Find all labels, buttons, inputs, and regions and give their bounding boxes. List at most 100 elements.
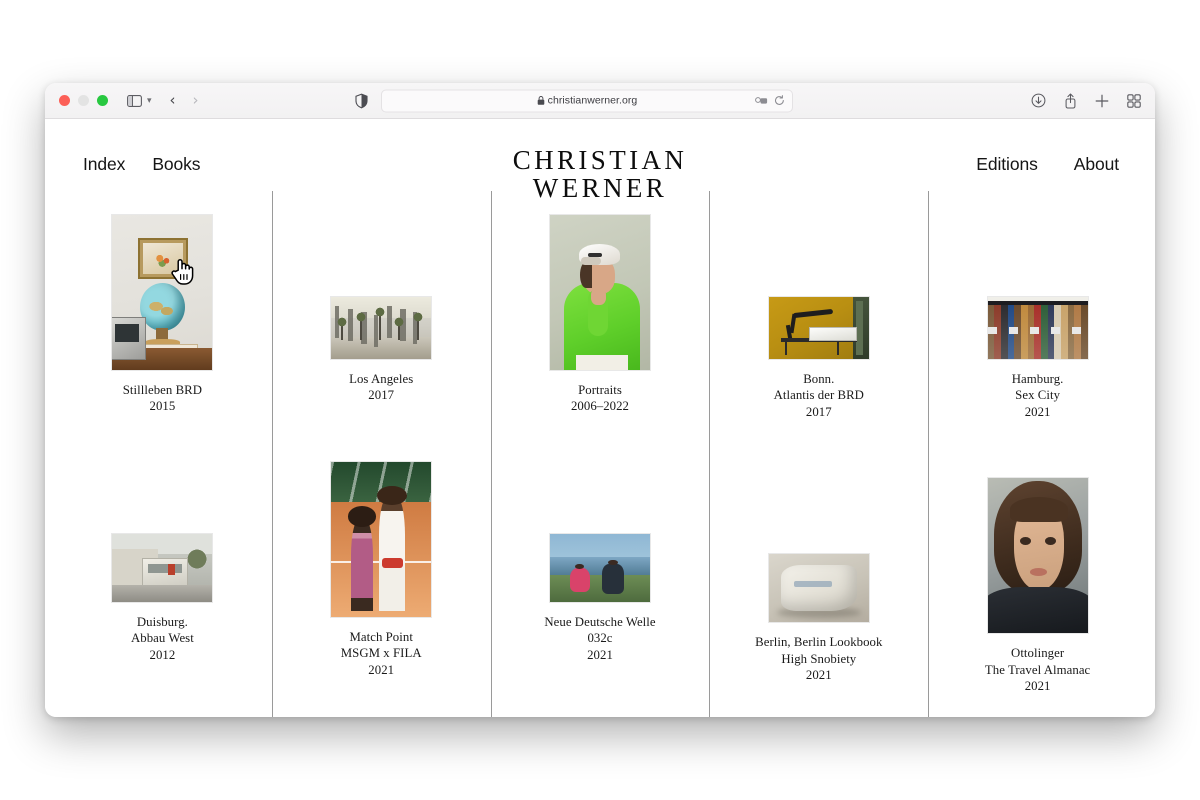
project-item[interactable]: Bonn. Atlantis der BRD 2017 — [709, 296, 928, 420]
grid-column: Stillleben BRD 2015 Duisburg. Abbau West 201… — [53, 191, 272, 717]
project-year: 2017 — [368, 388, 395, 403]
project-thumbnail[interactable] — [111, 532, 214, 603]
web-page-content: Index Books CHRISTIAN WERNER Editions Ab… — [45, 119, 1155, 717]
downloads-icon[interactable] — [1031, 93, 1046, 108]
project-index-grid: Stillleben BRD 2015 Duisburg. Abbau West 201… — [45, 191, 1155, 717]
lock-icon — [537, 96, 545, 106]
project-year: 2021 — [1024, 678, 1051, 693]
project-subtitle: The Travel Almanac — [984, 662, 1091, 677]
nav-item-index[interactable]: Index — [83, 154, 125, 175]
project-caption: Berlin, Berlin Lookbook High Snobiety 2021 — [709, 634, 928, 683]
privacy-shield-icon[interactable] — [355, 93, 368, 108]
address-bar[interactable]: christianwerner.org — [381, 89, 793, 112]
project-thumbnail[interactable] — [767, 553, 870, 624]
project-title: Duisburg. — [136, 614, 188, 629]
project-item[interactable]: Stillleben BRD 2015 — [53, 214, 272, 415]
project-subtitle: High Snobiety — [781, 651, 857, 666]
project-caption: Hamburg. Sex City 2021 — [928, 371, 1147, 420]
tab-overview-icon[interactable] — [1127, 93, 1141, 108]
logo-line-1: CHRISTIAN — [512, 145, 688, 175]
project-caption: Neue Deutsche Welle 032c 2021 — [491, 614, 710, 663]
project-caption: Stillleben BRD 2015 — [53, 382, 272, 415]
site-header: Index Books CHRISTIAN WERNER Editions Ab… — [45, 119, 1155, 201]
project-photo — [112, 215, 213, 370]
project-item[interactable]: Neue Deutsche Welle 032c 2021 — [491, 532, 710, 663]
project-thumbnail[interactable] — [330, 460, 433, 618]
primary-nav-right: Editions About — [976, 154, 1119, 175]
project-item[interactable]: Duisburg. Abbau West 2012 — [53, 532, 272, 663]
nav-item-books[interactable]: Books — [152, 154, 200, 175]
project-year: 2021 — [1024, 404, 1051, 419]
project-thumbnail[interactable] — [111, 214, 214, 371]
project-caption: Bonn. Atlantis der BRD 2017 — [709, 371, 928, 420]
project-item[interactable]: Portraits 2006–2022 — [491, 214, 710, 415]
forward-arrow-icon[interactable]: › — [193, 93, 199, 108]
project-thumbnail[interactable] — [986, 477, 1089, 635]
project-thumbnail[interactable] — [548, 532, 651, 603]
share-icon[interactable] — [1064, 92, 1077, 109]
close-window-button[interactable] — [59, 95, 70, 106]
screenshot-stage: ▾ ‹ › christianwerner.org Index Books CH… — [0, 0, 1200, 800]
project-thumbnail[interactable] — [548, 214, 651, 371]
project-year: 2021 — [587, 647, 613, 662]
project-subtitle: MSGM x FILA — [340, 646, 422, 661]
project-item[interactable]: Match Point MSGM x FILA 2021 — [272, 460, 491, 678]
project-title: Match Point — [349, 629, 413, 644]
project-caption: Duisburg. Abbau West 2012 — [53, 614, 272, 663]
project-year: 2012 — [149, 647, 176, 662]
extensions-icon[interactable] — [755, 96, 768, 106]
project-thumbnail[interactable] — [986, 296, 1089, 360]
back-arrow-icon[interactable]: ‹ — [170, 93, 176, 108]
project-item[interactable]: Los Angeles 2017 — [272, 296, 491, 404]
project-subtitle: Atlantis der BRD — [773, 388, 864, 403]
project-caption: Ottolinger The Travel Almanac 2021 — [928, 645, 1147, 694]
project-photo — [331, 297, 432, 359]
zoom-window-button[interactable] — [97, 95, 108, 106]
nav-item-about[interactable]: About — [1074, 154, 1119, 175]
sidebar-toggle-icon[interactable] — [127, 94, 142, 107]
project-year: 2006–2022 — [570, 399, 630, 414]
reload-icon[interactable] — [774, 95, 785, 106]
project-caption: Match Point MSGM x FILA 2021 — [272, 629, 491, 678]
project-photo — [331, 461, 432, 617]
project-photo — [549, 533, 650, 602]
grid-column: Los Angeles 2017 Match Point MSGM x FILA 202… — [271, 191, 491, 717]
project-subtitle: 032c — [587, 631, 613, 646]
navigation-arrows: ‹ › — [170, 93, 199, 108]
toolbar-right-actions — [1031, 92, 1141, 109]
primary-nav-left: Index Books — [83, 154, 201, 175]
project-item[interactable]: Berlin, Berlin Lookbook High Snobiety 2021 — [709, 553, 928, 683]
project-year: 2021 — [368, 662, 395, 677]
project-title: Neue Deutsche Welle — [544, 614, 656, 629]
project-photo — [987, 478, 1088, 634]
grid-column: Portraits 2006–2022 Neue Deutsche Welle 032… — [490, 191, 710, 717]
window-controls — [59, 95, 108, 106]
plus-icon[interactable] — [1095, 94, 1109, 108]
project-item[interactable]: Hamburg. Sex City 2021 — [928, 296, 1147, 420]
project-title: Bonn. — [803, 372, 835, 386]
project-year: 2021 — [805, 667, 832, 682]
project-photo — [768, 554, 869, 623]
browser-toolbar: ▾ ‹ › christianwerner.org — [45, 83, 1155, 119]
project-subtitle: Abbau West — [130, 631, 194, 646]
project-title: Los Angeles — [349, 372, 414, 386]
project-thumbnail[interactable] — [767, 296, 870, 360]
project-year: 2017 — [805, 404, 832, 419]
project-subtitle: Sex City — [1015, 388, 1061, 403]
project-title: Berlin, Berlin Lookbook — [755, 635, 883, 650]
project-item[interactable]: Ottolinger The Travel Almanac 2021 — [928, 477, 1147, 694]
grid-column: Bonn. Atlantis der BRD 2017 Berlin, Berlin … — [709, 191, 928, 717]
url-text: christianwerner.org — [547, 94, 638, 107]
project-photo — [549, 215, 650, 370]
project-title: Hamburg. — [1011, 372, 1064, 386]
project-title: Portraits — [578, 383, 622, 397]
sidebar-chevron-down-icon[interactable]: ▾ — [147, 96, 152, 105]
project-title: Ottolinger — [1011, 646, 1065, 661]
browser-window: ▾ ‹ › christianwerner.org Index Books CH… — [45, 83, 1155, 717]
project-title: Stillleben BRD — [122, 383, 203, 397]
nav-item-editions[interactable]: Editions — [976, 154, 1038, 175]
minimize-window-button[interactable] — [78, 95, 89, 106]
project-thumbnail[interactable] — [330, 296, 433, 360]
project-caption: Portraits 2006–2022 — [491, 382, 710, 415]
project-photo — [768, 297, 869, 359]
